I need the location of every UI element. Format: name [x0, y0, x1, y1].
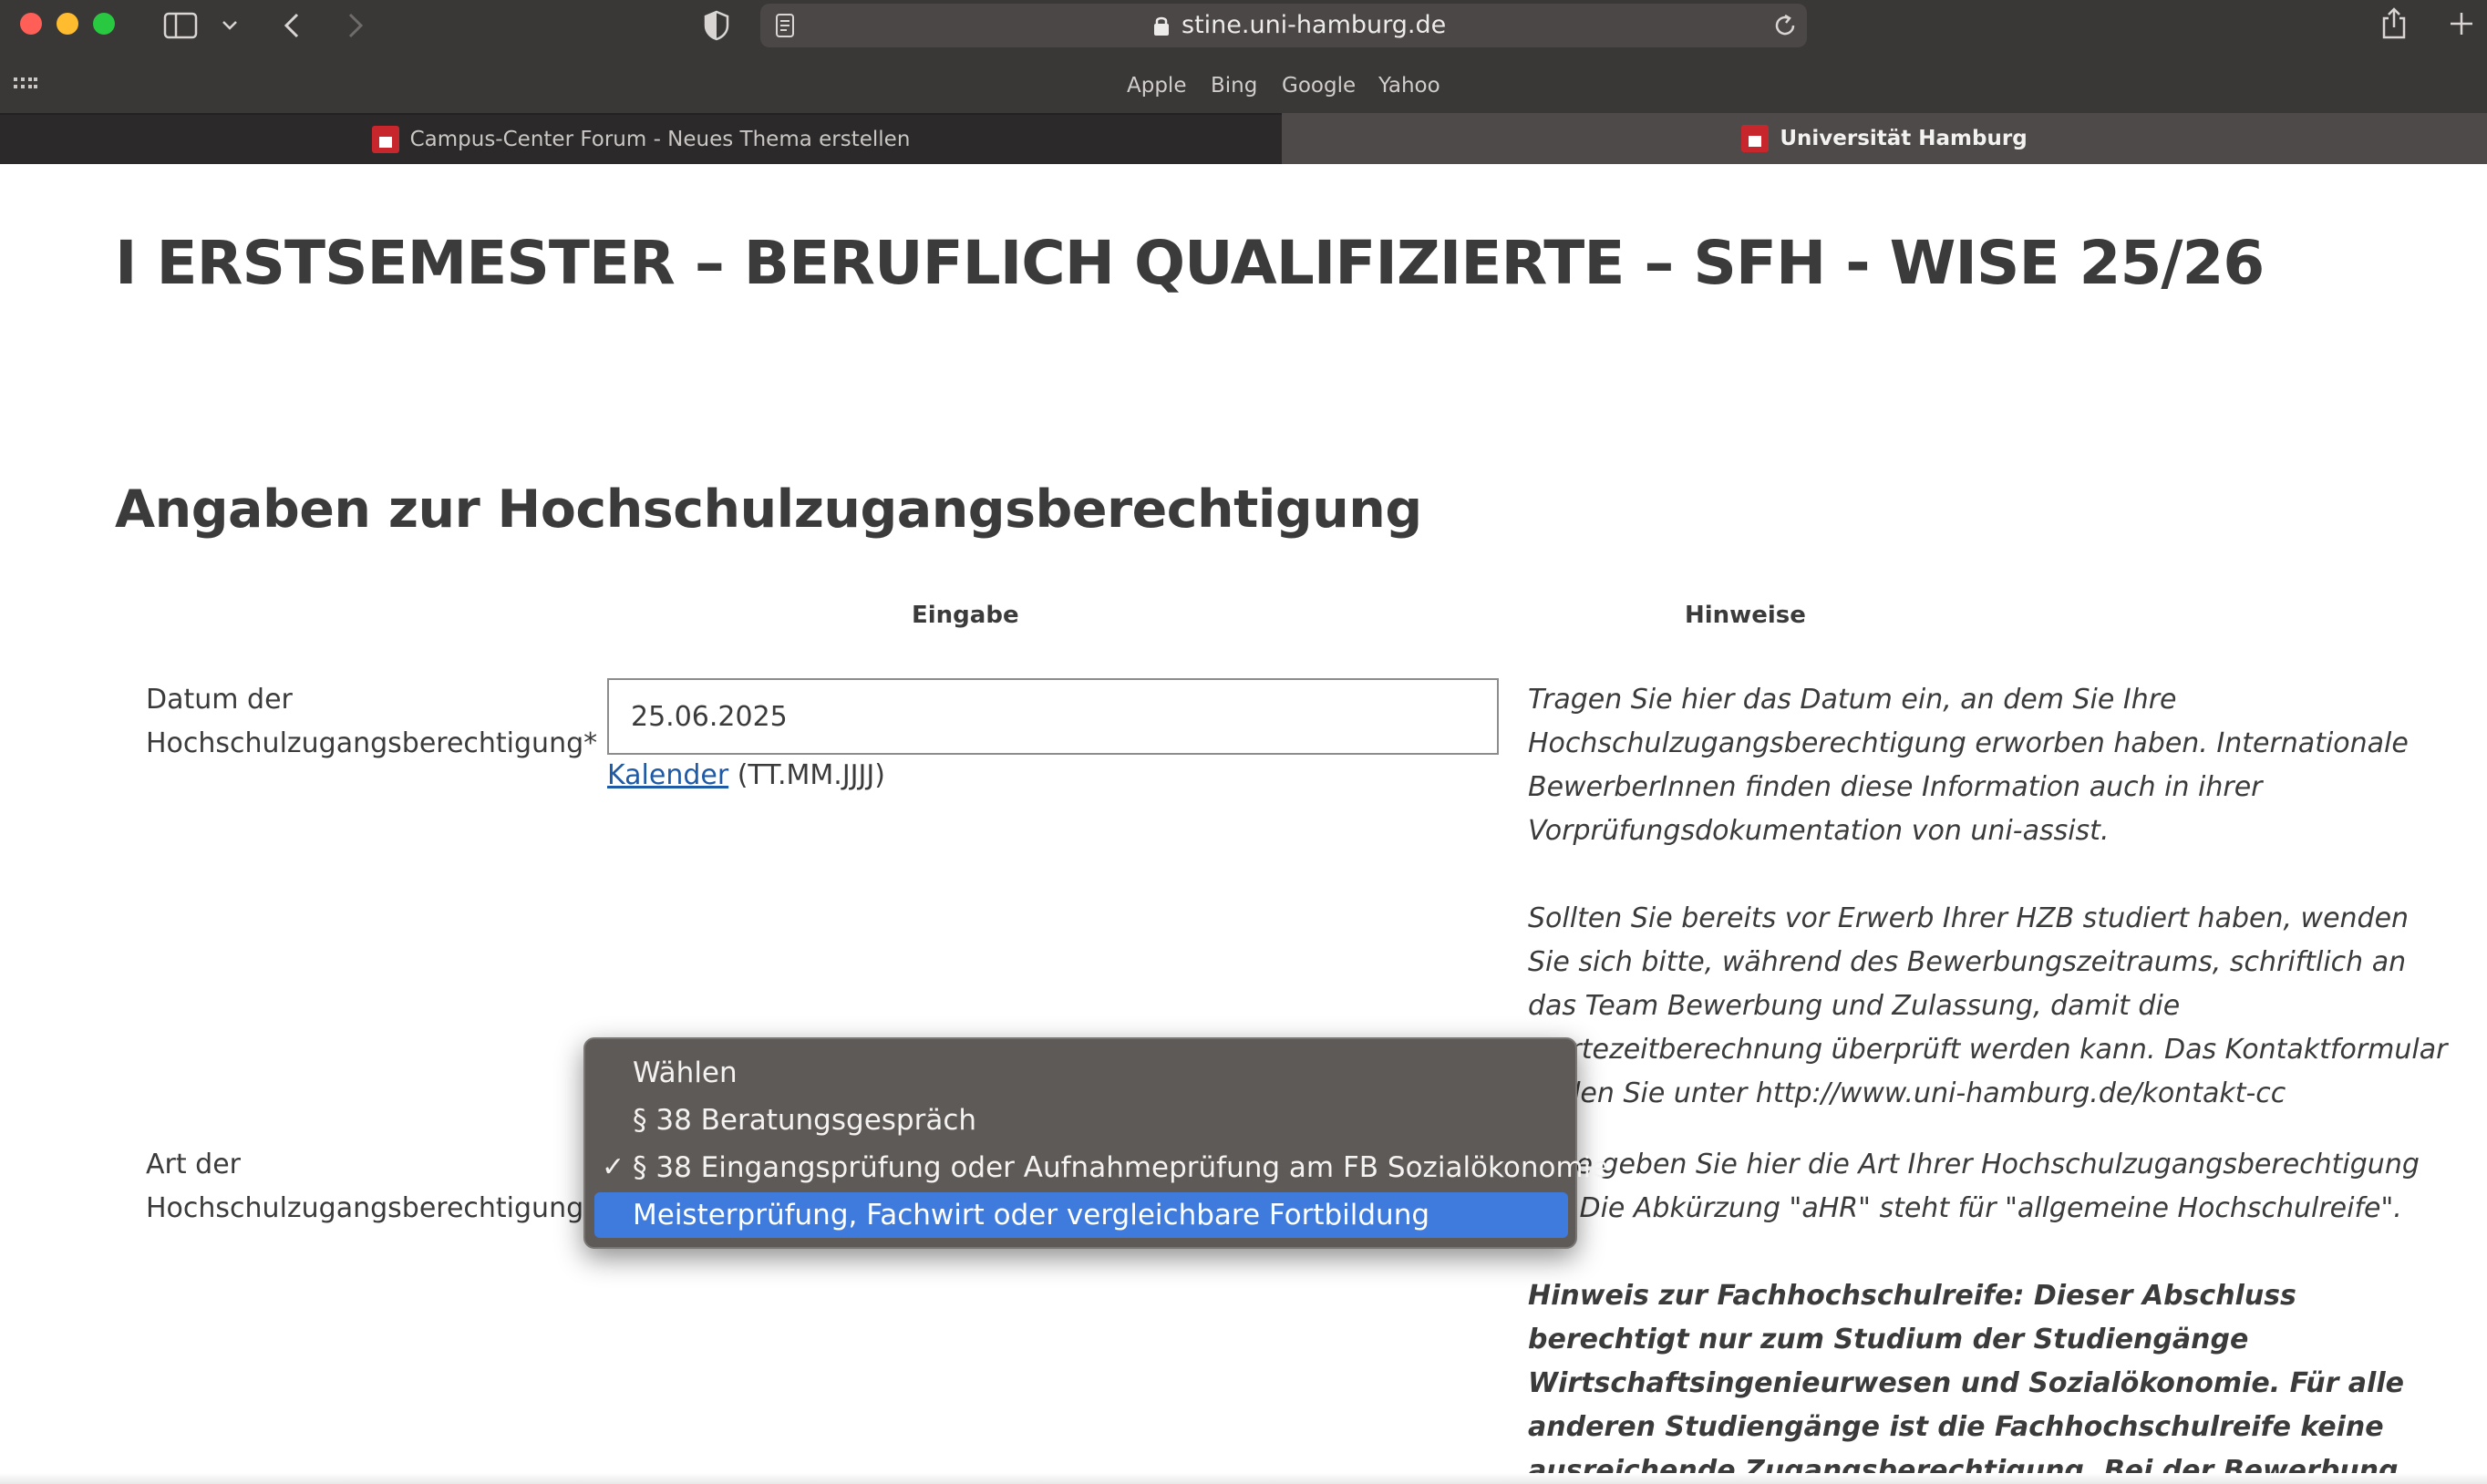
date-label-line2: Hochschulzugangsberechtigung* [146, 727, 598, 759]
back-icon[interactable] [275, 7, 308, 44]
favorite-apple[interactable]: Apple [1127, 71, 1186, 100]
column-header-input: Eingabe [912, 602, 1019, 629]
dropdown-option-meisterpruefung[interactable]: Meisterprüfung, Fachwirt oder vergleichb… [594, 1192, 1568, 1238]
hzb-date-input[interactable] [607, 678, 1499, 755]
favorite-yahoo[interactable]: Yahoo [1378, 71, 1440, 100]
checkmark-icon: ✓ [602, 1151, 625, 1183]
date-field-label: Datum der Hochschulzugangsberechtigung* [146, 678, 597, 766]
share-icon[interactable] [2376, 4, 2412, 44]
forward-icon[interactable] [339, 7, 372, 44]
page-title: I ERSTSEMESTER – BERUFLICH QUALIFIZIERTE… [115, 228, 2265, 298]
privacy-shield-icon[interactable] [700, 7, 733, 44]
page-bottom-edge [0, 1473, 2487, 1484]
lock-icon [1151, 11, 1172, 40]
type-label-line1: Art der [146, 1149, 241, 1180]
grid-icon[interactable] [11, 73, 40, 98]
tab-label: Universität Hamburg [1780, 127, 2028, 150]
fh-hint-text: Hinweis zur Fachhochschulreife: Dieser A… [1528, 1280, 2404, 1484]
favorite-bing[interactable]: Bing [1211, 71, 1257, 100]
sidebar-toggle-icon[interactable] [162, 9, 199, 42]
tab-campus-center-forum[interactable]: Campus-Center Forum - Neues Thema erstel… [0, 113, 1282, 164]
url-text: stine.uni-hamburg.de [1182, 11, 1447, 39]
type-hint-text: Bitte geben Sie hier die Art Ihrer Hochs… [1528, 1149, 2420, 1224]
minimize-window-button[interactable] [57, 13, 78, 35]
favorite-google[interactable]: Google [1282, 71, 1356, 100]
option-label: § 38 Beratungsgespräch [633, 1104, 977, 1137]
new-tab-icon[interactable] [2443, 5, 2480, 42]
option-label: Wählen [633, 1056, 738, 1089]
dropdown-option-beratungsgespraech[interactable]: § 38 Beratungsgespräch [594, 1098, 1568, 1143]
tab-label: Campus-Center Forum - Neues Thema erstel… [409, 128, 911, 151]
reload-icon[interactable] [1769, 9, 1801, 42]
date-hint-text: Tragen Sie hier das Datum ein, an dem Si… [1528, 684, 2409, 847]
column-header-hints: Hinweise [1685, 602, 1806, 629]
section-title: Angaben zur Hochschulzugangsberechtigung [115, 479, 1422, 540]
option-label: Meisterprüfung, Fachwirt oder vergleichb… [633, 1199, 1430, 1232]
uhh-favicon-icon [1741, 125, 1770, 152]
close-window-button[interactable] [20, 13, 42, 35]
prior-study-hint-text: Sollten Sie bereits vor Erwerb Ihrer HZB… [1528, 902, 2448, 1109]
date-format-hint: (TT.MM.JJJJ) [737, 759, 885, 791]
uhh-favicon-icon [371, 126, 399, 153]
tab-universitaet-hamburg[interactable]: Universität Hamburg [1282, 113, 2487, 164]
date-label-line1: Datum der [146, 684, 293, 716]
type-field-label: Art der Hochschulzugangsberechtigung* [146, 1143, 597, 1231]
option-label: § 38 Eingangsprüfung oder Aufnahmeprüfun… [633, 1151, 1609, 1184]
reader-icon[interactable] [771, 9, 799, 42]
chevron-down-icon[interactable] [219, 11, 241, 40]
dropdown-option-waehlen[interactable]: Wählen [594, 1050, 1568, 1096]
calendar-link[interactable]: Kalender [607, 759, 728, 791]
calendar-row: Kalender (TT.MM.JJJJ) [607, 757, 885, 795]
type-label-line2: Hochschulzugangsberechtigung* [146, 1192, 598, 1224]
dropdown-option-eingangspruefung[interactable]: ✓ § 38 Eingangsprüfung oder Aufnahmeprüf… [594, 1145, 1608, 1190]
hzb-type-dropdown-menu[interactable]: Wählen § 38 Beratungsgespräch ✓ § 38 Ein… [583, 1037, 1608, 1249]
zoom-window-button[interactable] [93, 13, 115, 35]
